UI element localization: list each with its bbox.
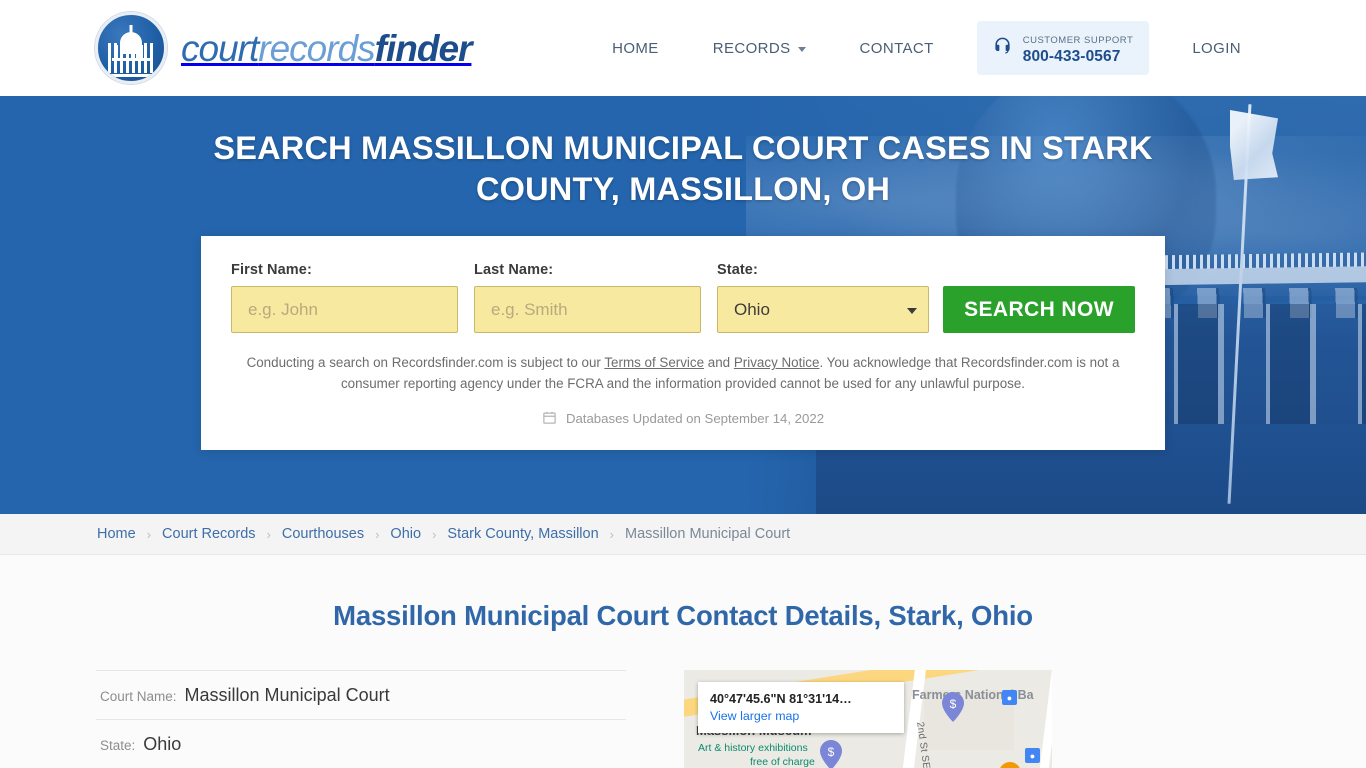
search-form-row: First Name: Last Name: State: Ohio SEARC… <box>231 262 1135 334</box>
nav-login[interactable]: LOGIN <box>1165 40 1268 57</box>
map-label-museum-line2: free of charge <box>750 756 815 768</box>
breadcrumb-separator-icon: › <box>266 526 271 542</box>
nav-contact-label: CONTACT <box>859 39 934 57</box>
last-name-field-group: Last Name: <box>474 262 701 334</box>
table-row: Court Name: Massillon Municipal Court <box>96 670 626 719</box>
state-select-value: Ohio <box>734 299 770 319</box>
map-icon-transit-1: ● <box>1002 690 1017 705</box>
breadcrumb-item-courthouses[interactable]: Courthouses <box>282 526 364 542</box>
breadcrumb-separator-icon: › <box>146 526 152 542</box>
main-content: Massillon Municipal Court Contact Detail… <box>0 555 1366 768</box>
nav-login-label: LOGIN <box>1192 39 1241 57</box>
state-select[interactable]: Ohio <box>717 286 929 334</box>
map-pin-restaurant: 🍴 <box>999 762 1021 768</box>
map-pin-atm-1: $ <box>820 740 842 768</box>
state-field-group: State: Ohio <box>717 262 929 334</box>
terms-of-service-link[interactable]: Terms of Service <box>604 355 704 370</box>
first-name-input[interactable] <box>231 286 458 334</box>
brand-part-court: court <box>181 27 259 69</box>
map-icon-transit-2: ● <box>1025 748 1040 763</box>
capitol-dome-icon <box>95 12 167 84</box>
support-label: CUSTOMER SUPPORT <box>1022 34 1134 46</box>
map-info-card: 40°47'45.6"N 81°31'14… View larger map <box>698 682 904 733</box>
location-map[interactable]: Farmers National Ba Massillon Museum Art… <box>684 670 1052 768</box>
nav-records-label: RECORDS <box>712 39 791 57</box>
table-row: State: Ohio <box>96 719 626 768</box>
search-now-button[interactable]: SEARCH NOW <box>943 286 1135 334</box>
first-name-label: First Name: <box>231 262 312 279</box>
breadcrumb: Home › Court Records › Courthouses › Ohi… <box>0 514 1366 555</box>
brand-part-records: records <box>258 27 375 69</box>
main-navigation: HOME RECORDS CONTACT CUSTOMER SUPPORT 80… <box>585 20 1268 76</box>
nav-home-label: HOME <box>612 39 659 57</box>
calendar-icon <box>542 410 557 428</box>
brand-wordmark: courtrecordsfinder <box>181 27 473 69</box>
svg-text:$: $ <box>828 745 835 759</box>
last-name-label: Last Name: <box>474 262 554 279</box>
nav-contact[interactable]: CONTACT <box>833 40 961 57</box>
brand-part-finder: finder <box>374 27 473 69</box>
breadcrumb-item-stark-county[interactable]: Stark County, Massillon <box>447 526 598 542</box>
first-name-field-group: First Name: <box>231 262 458 334</box>
breadcrumb-list: Home › Court Records › Courthouses › Ohi… <box>97 526 790 542</box>
breadcrumb-separator-icon: › <box>432 526 437 542</box>
privacy-notice-link[interactable]: Privacy Notice <box>734 355 820 370</box>
breadcrumb-item-court-records[interactable]: Court Records <box>162 526 255 542</box>
databases-updated-text: Databases Updated on September 14, 2022 <box>565 411 825 427</box>
nav-records[interactable]: RECORDS <box>686 40 833 57</box>
map-label-museum-line1: Art & history exhibitions <box>698 742 808 754</box>
detail-label-state: State: <box>100 738 136 753</box>
site-header: courtrecordsfinder HOME RECORDS CONTACT … <box>0 0 1366 96</box>
databases-updated: Databases Updated on September 14, 2022 <box>231 410 1135 428</box>
breadcrumb-item-home[interactable]: Home <box>97 526 136 542</box>
headset-icon <box>993 36 1012 60</box>
hero-section: SEARCH MASSILLON MUNICIPAL COURT CASES I… <box>0 96 1366 514</box>
detail-label-court-name: Court Name: <box>100 689 177 704</box>
flag-icon <box>1230 110 1278 180</box>
breadcrumb-separator-icon: › <box>375 526 380 542</box>
customer-support-button[interactable]: CUSTOMER SUPPORT 800-433-0567 <box>976 20 1150 76</box>
view-larger-map-link[interactable]: View larger map <box>710 709 890 723</box>
detail-value-state: Ohio <box>143 734 182 754</box>
breadcrumb-item-ohio[interactable]: Ohio <box>390 526 421 542</box>
svg-text:$: $ <box>950 697 957 711</box>
last-name-input[interactable] <box>474 286 701 334</box>
map-pin-atm-2: $ <box>942 692 964 722</box>
court-details-table: Court Name: Massillon Municipal Court St… <box>96 670 626 768</box>
state-label: State: <box>717 262 758 279</box>
nav-home[interactable]: HOME <box>585 40 686 57</box>
page-heading: SEARCH MASSILLON MUNICIPAL COURT CASES I… <box>213 130 1153 207</box>
disclaimer-mid: and <box>704 355 734 371</box>
chevron-down-icon <box>797 46 806 52</box>
search-form-card: First Name: Last Name: State: Ohio SEARC… <box>201 236 1165 450</box>
site-logo[interactable]: courtrecordsfinder <box>95 12 473 84</box>
map-coordinates: 40°47'45.6"N 81°31'14… <box>710 692 852 706</box>
breadcrumb-separator-icon: › <box>609 526 614 542</box>
disclaimer-pre: Conducting a search on Recordsfinder.com… <box>246 355 605 371</box>
search-disclaimer: Conducting a search on Recordsfinder.com… <box>238 353 1128 395</box>
chevron-down-icon <box>907 307 917 314</box>
page-title: Massillon Municipal Court Contact Detail… <box>333 600 1033 631</box>
support-phone: 800-433-0567 <box>1022 48 1121 65</box>
content-row: Court Name: Massillon Municipal Court St… <box>0 670 1366 768</box>
breadcrumb-item-current: Massillon Municipal Court <box>624 526 791 542</box>
detail-value-court-name: Massillon Municipal Court <box>184 685 390 705</box>
